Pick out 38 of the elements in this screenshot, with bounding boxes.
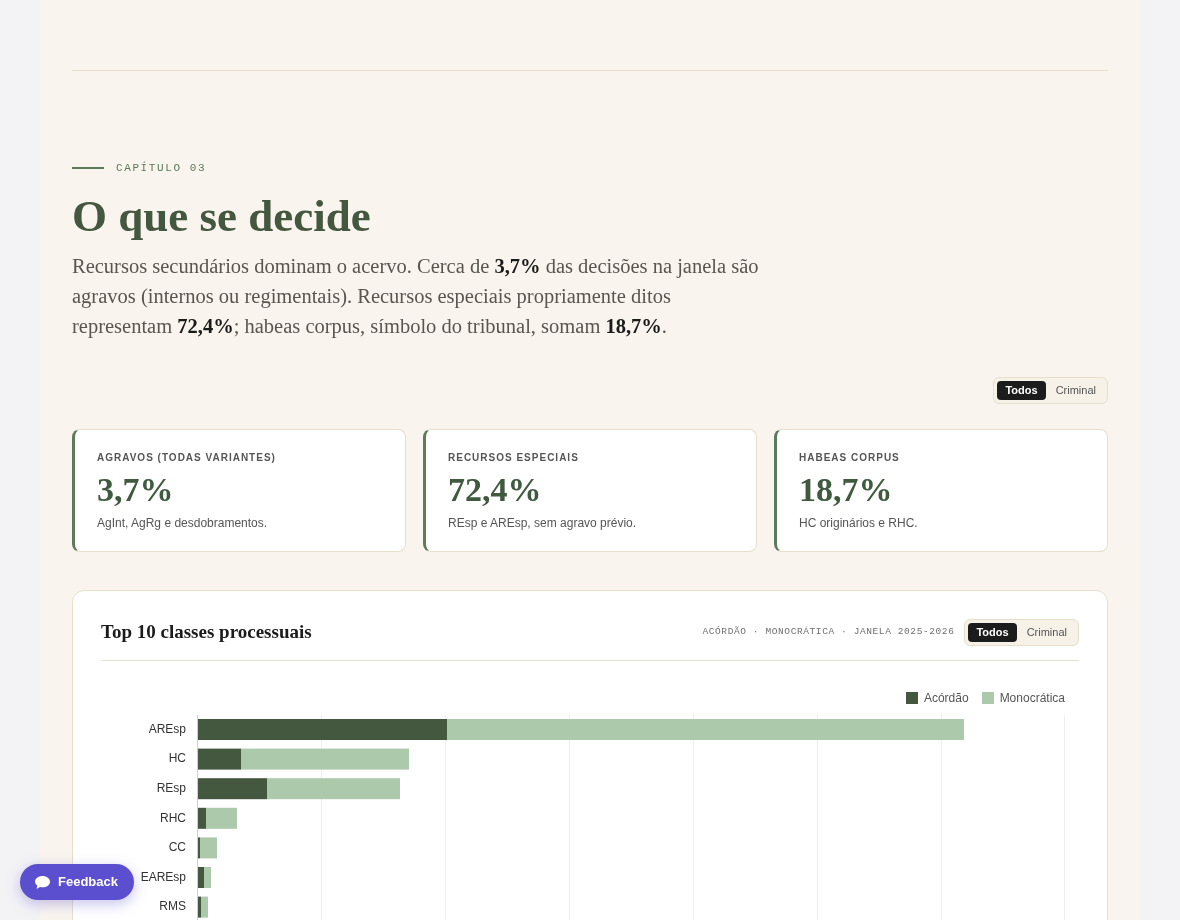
stat-value: 72,4% <box>448 470 542 509</box>
row-label: HC <box>168 751 186 767</box>
filter-tab[interactable]: Criminal <box>1018 622 1075 642</box>
legend-label: Monocrática <box>999 689 1065 707</box>
lead-paragraph: Recursos secundários dominam o acervo. Cerca de 3,7% das decisões na janela são agravos (internos ou regimentais). Recursos especiais propriamente ditos representam 72,4%; habeas corpus, símbolo do tribunal, somam 18,7%. <box>72 253 760 340</box>
acordao-bar <box>198 777 267 799</box>
feedback-button[interactable]: Feedback <box>20 864 134 900</box>
acordao-bar <box>198 896 201 918</box>
filter-tab[interactable]: Todos <box>997 380 1046 400</box>
stat-value: 3,7% <box>97 470 174 509</box>
stat-note: AgInt, AgRg e desdobramentos. <box>97 514 268 532</box>
row-label: REsp <box>156 781 186 796</box>
row-label: RHC <box>160 810 186 826</box>
stat-label: AGRAVOS (TODAS VARIANTES) <box>97 450 276 465</box>
row-label: AREsp <box>148 721 186 737</box>
monocratica-bar <box>201 896 208 918</box>
filter-tab[interactable]: Criminal <box>1047 380 1104 400</box>
stat-label: HABEAS CORPUS <box>799 450 900 465</box>
acordao-bar <box>198 866 204 888</box>
filter-tab[interactable]: Todos <box>968 622 1017 642</box>
chart-title: Top 10 classes processuais <box>101 620 312 644</box>
acordao-bar <box>198 748 241 770</box>
section-title: O que se decide <box>72 190 371 241</box>
chat-bubble-icon <box>35 875 50 889</box>
chapter-label: CAPÍTULO 03 <box>116 160 207 176</box>
stat-note: HC originários e RHC. <box>799 514 918 532</box>
stat-value: 18,7% <box>799 470 893 509</box>
acordao-bar <box>198 807 206 829</box>
monocratica-bar <box>206 807 237 829</box>
monocratica-bar <box>204 866 211 888</box>
monocratica-bar <box>200 836 217 858</box>
chart-meta: ACÓRDÃO · MONOCRÁTICA · JANELA 2025-2026 <box>702 624 955 639</box>
row-label: CC <box>168 840 186 856</box>
row-label: RMS <box>159 899 186 915</box>
row-label: EAREsp <box>140 869 186 885</box>
stat-note: REsp e AREsp, sem agravo prévio. <box>448 514 637 532</box>
stat-label: RECURSOS ESPECIAIS <box>448 450 579 465</box>
legend-label: Acórdão <box>923 689 969 707</box>
